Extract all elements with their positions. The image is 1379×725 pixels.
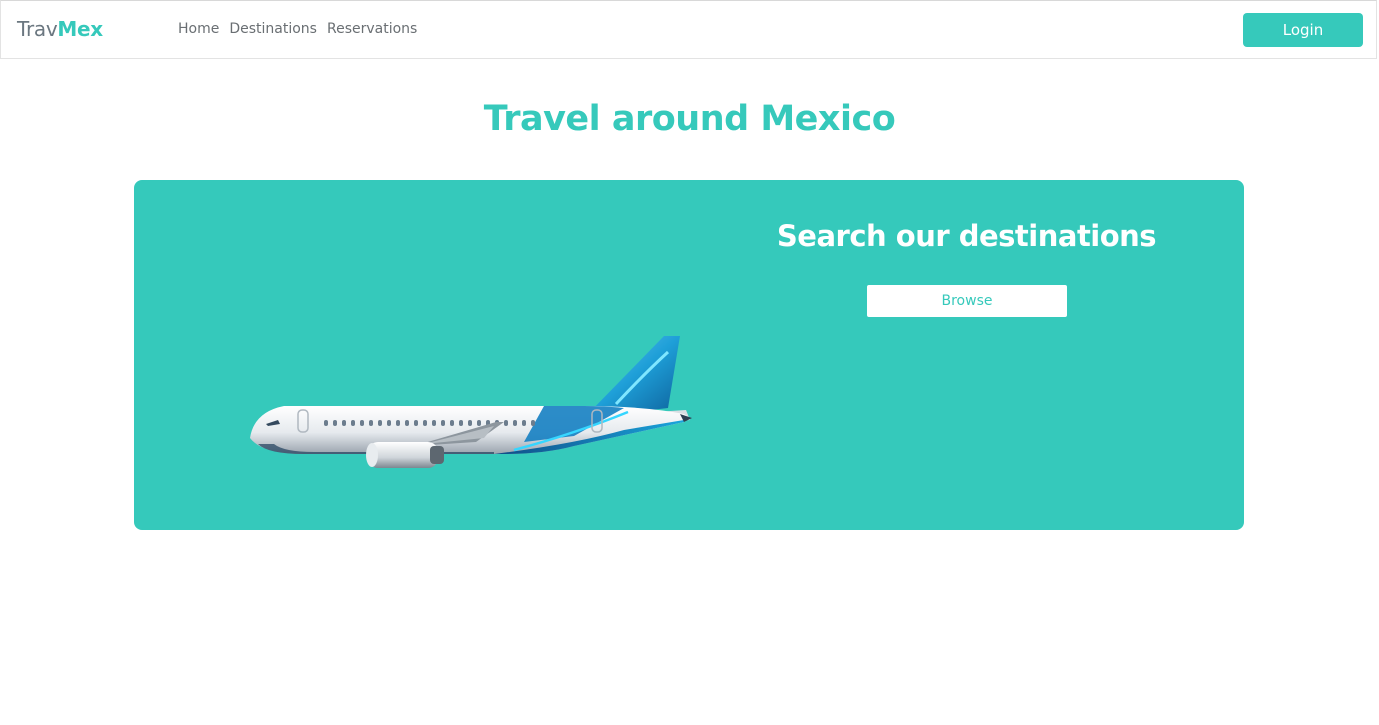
nav-link-destinations[interactable]: Destinations <box>229 19 317 39</box>
brand-logo-mex: Mex <box>57 17 103 41</box>
login-button[interactable]: Login <box>1243 13 1363 47</box>
nav-link-home[interactable]: Home <box>178 19 219 39</box>
browse-button[interactable]: Browse <box>867 285 1067 317</box>
page-title: Travel around Mexico <box>483 99 896 139</box>
nav-links: Home Destinations Reservations <box>178 19 417 39</box>
top-navbar: TravMex Home Destinations Reservations L… <box>0 0 1377 59</box>
brand-logo[interactable]: TravMex <box>17 17 103 41</box>
nav-link-reservations[interactable]: Reservations <box>327 19 417 39</box>
brand-logo-trav: Trav <box>17 17 58 41</box>
search-destinations-card: Search our destinations Browse <box>134 180 1244 530</box>
airplane-illustration <box>250 336 692 468</box>
search-card-title: Search our destinations <box>776 219 1157 253</box>
